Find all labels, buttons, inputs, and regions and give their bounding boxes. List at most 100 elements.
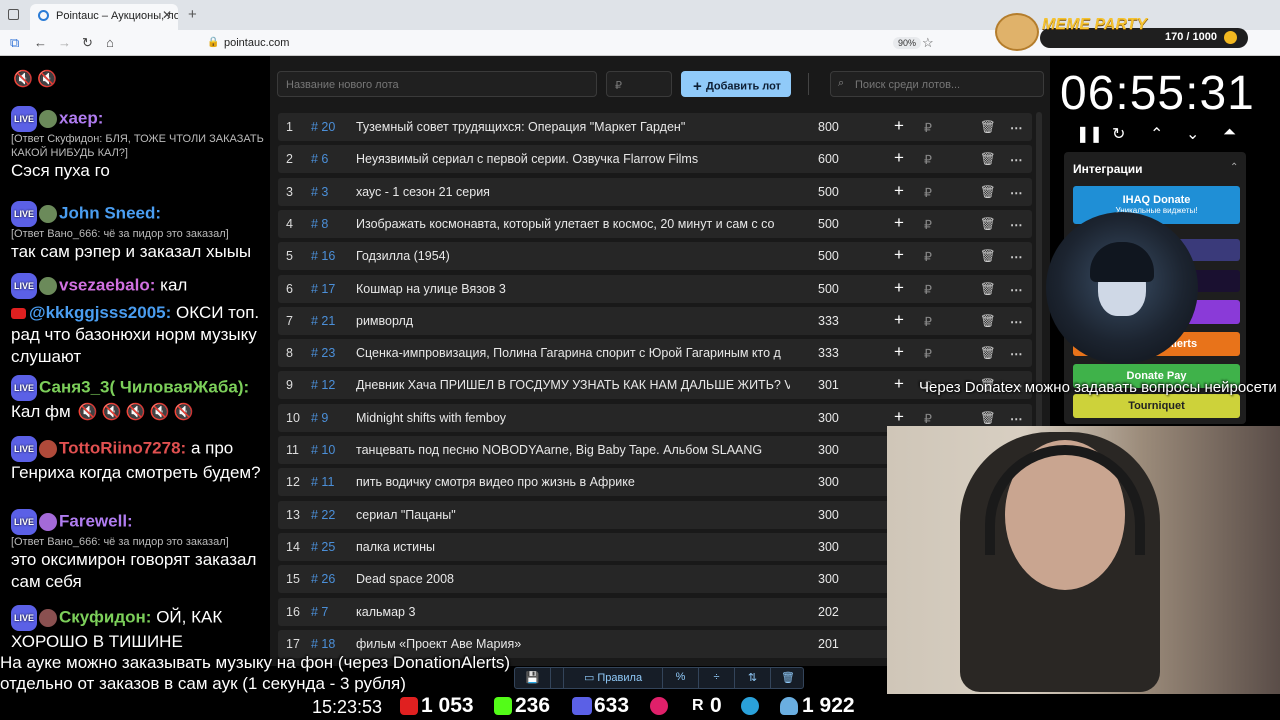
add-lot-button[interactable]: + Добавить лот	[681, 71, 791, 97]
more-icon[interactable]: ⋯	[1010, 152, 1023, 167]
lot-title[interactable]: фильм «Проект Аве Мария»	[356, 637, 790, 651]
add-amount-icon[interactable]: +	[894, 278, 904, 298]
lot-number: 6	[286, 281, 293, 296]
donatex-overlay-text: Через Donatex можно задавать вопросы ней…	[919, 379, 1277, 396]
lot-title[interactable]: танцевать под песню NOBODYAarne, Big Bab…	[356, 443, 790, 457]
delete-icon[interactable]: 🗑	[980, 185, 996, 200]
add-amount-icon[interactable]: +	[894, 181, 904, 201]
more-icon[interactable]: ⋯	[1010, 282, 1023, 297]
doge-icon	[995, 13, 1039, 51]
site-info-icon[interactable]: 🔒	[207, 37, 219, 48]
lot-title[interactable]: римворлд	[356, 314, 790, 328]
lot-title[interactable]: Midnight shifts with femboy	[356, 411, 790, 425]
lot-number: 17	[286, 636, 300, 651]
add-amount-icon[interactable]: +	[894, 116, 904, 136]
delete-icon[interactable]: 🗑	[980, 249, 996, 264]
lot-title[interactable]: кальмар 3	[356, 605, 790, 619]
meme-party-title: MEME PARTY	[1042, 16, 1148, 33]
reset-icon[interactable]: ↻	[1112, 124, 1125, 144]
vk-viewers: 633	[594, 694, 630, 717]
integrations-title: Интеграции	[1073, 162, 1143, 176]
zoom-level[interactable]: 90%	[893, 37, 922, 49]
tab-title: Pointauc – Аукционы, лотереи	[56, 10, 178, 22]
lot-title[interactable]: Годзилла (1954)	[356, 249, 790, 263]
lot-title[interactable]: пить водичку смотря видео про жизнь в Аф…	[356, 475, 790, 489]
tab-pointauc[interactable]: Pointauc – Аукционы, лотереи	[30, 4, 178, 30]
increase-icon[interactable]: ⌃	[1150, 124, 1163, 144]
close-tab-icon[interactable]: ✕	[162, 8, 172, 22]
add-amount-icon[interactable]: +	[894, 310, 904, 330]
rules-button[interactable]: ▭ Правила	[563, 668, 663, 688]
chat-message: LIVE хаер: [Ответ Скуфидон: БЛЯ, ТОЖЕ ЧТО…	[11, 106, 269, 182]
more-icon[interactable]: ⋯	[1010, 120, 1023, 135]
more-icon[interactable]: ⋯	[1010, 249, 1023, 264]
add-amount-icon[interactable]: +	[894, 148, 904, 168]
tourniquet-button[interactable]: Tourniquet	[1073, 394, 1240, 418]
forward-icon[interactable]: →	[58, 35, 71, 50]
meme-party-count: 170 / 1000	[1165, 31, 1217, 43]
favorite-star-icon[interactable]: ☆	[922, 35, 934, 51]
delete-icon[interactable]: 🗑	[980, 152, 996, 167]
collapse-icon[interactable]: ⌃	[1230, 162, 1238, 173]
lot-amount: 300	[818, 539, 839, 554]
more-icon[interactable]: ⋯	[1010, 411, 1023, 426]
chat-username: хаер:	[59, 108, 104, 128]
reload-icon[interactable]: ↻	[82, 35, 93, 51]
more-icon[interactable]: ⋯	[1010, 217, 1023, 232]
ruble-icon: ₽	[924, 185, 932, 200]
delete-icon[interactable]: 🗑	[980, 120, 996, 135]
search-input[interactable]: Поиск среди лотов...	[830, 71, 1044, 97]
sort-icon[interactable]: ⇅	[735, 668, 771, 688]
delete-icon[interactable]: 🗑	[980, 411, 996, 426]
lot-amount: 500	[818, 216, 839, 231]
music-overlay-line1: На ауке можно заказывать музыку на фон (…	[0, 653, 511, 672]
lot-title[interactable]: Туземный совет трудящихся: Операция "Мар…	[356, 120, 790, 134]
more-icon[interactable]: ⋯	[1010, 185, 1023, 200]
lot-title[interactable]: Сценка-импровизация, Полина Гагарина спо…	[356, 346, 790, 360]
add-amount-icon[interactable]: +	[894, 213, 904, 233]
add-amount-icon[interactable]: +	[894, 407, 904, 427]
delete-icon[interactable]: 🗑	[980, 217, 996, 232]
lot-number: 12	[286, 475, 300, 490]
lot-row: 7 # 21 римворлд 333 + ₽ 🗑 ⋯	[278, 306, 1032, 335]
pause-icon[interactable]: ❚❚	[1076, 124, 1103, 144]
lot-title[interactable]: Dead space 2008	[356, 572, 790, 586]
back-icon[interactable]: ←	[34, 35, 47, 50]
lot-title[interactable]: Дневник Хача ПРИШЕЛ В ГОСДУМУ УЗНАТЬ КАК…	[356, 378, 790, 392]
more-icon[interactable]: ⋯	[1010, 346, 1023, 361]
add-lot-label: Добавить лот	[705, 80, 781, 93]
delete-icon[interactable]: 🗑	[980, 346, 996, 361]
decrease-icon[interactable]: ⌄	[1186, 124, 1199, 144]
max-icon[interactable]: ⏶	[1223, 124, 1236, 142]
chat-username: Саня3_3( ЧиловаяЖаба):	[39, 377, 250, 397]
lot-title[interactable]: Неуязвимый сериал с первой серии. Озвучк…	[356, 152, 790, 166]
lot-id: # 18	[311, 636, 336, 651]
new-tab-icon[interactable]: +	[188, 6, 197, 23]
lot-amount-input[interactable]: ₽	[606, 71, 672, 97]
lot-id: # 6	[311, 152, 329, 167]
clear-icon[interactable]: 🗑	[771, 668, 805, 688]
split-icon[interactable]: ÷	[699, 668, 735, 688]
ruble-icon: ₽	[924, 217, 932, 232]
chat-reply: [Ответ Вано_666: чё за пидор это заказал…	[11, 536, 229, 548]
lot-title[interactable]: хаус - 1 сезон 21 серия	[356, 185, 790, 199]
lot-title[interactable]: сериал "Пацаны"	[356, 508, 790, 522]
lot-number: 16	[286, 604, 300, 619]
url-text[interactable]: pointauc.com	[224, 37, 289, 49]
more-icon[interactable]: ⋯	[1010, 314, 1023, 329]
home-icon[interactable]: ⌂	[106, 35, 114, 50]
lot-title[interactable]: палка истины	[356, 540, 790, 554]
add-amount-icon[interactable]: +	[894, 245, 904, 265]
percent-icon[interactable]: %	[663, 668, 699, 688]
delete-icon[interactable]: 🗑	[980, 282, 996, 297]
add-amount-icon[interactable]: +	[894, 342, 904, 362]
coin-icon	[1224, 31, 1237, 44]
collections-icon[interactable]: ⧉	[10, 35, 19, 51]
save-icon[interactable]: 💾	[515, 668, 551, 688]
lot-title[interactable]: Кошмар на улице Вязов 3	[356, 282, 790, 296]
add-amount-icon[interactable]: +	[894, 374, 904, 394]
tab-actions-icon[interactable]	[8, 9, 19, 20]
lot-title[interactable]: Изображать космонавта, который улетает в…	[356, 217, 790, 231]
lot-name-input[interactable]: Название нового лота	[277, 71, 597, 97]
delete-icon[interactable]: 🗑	[980, 314, 996, 329]
